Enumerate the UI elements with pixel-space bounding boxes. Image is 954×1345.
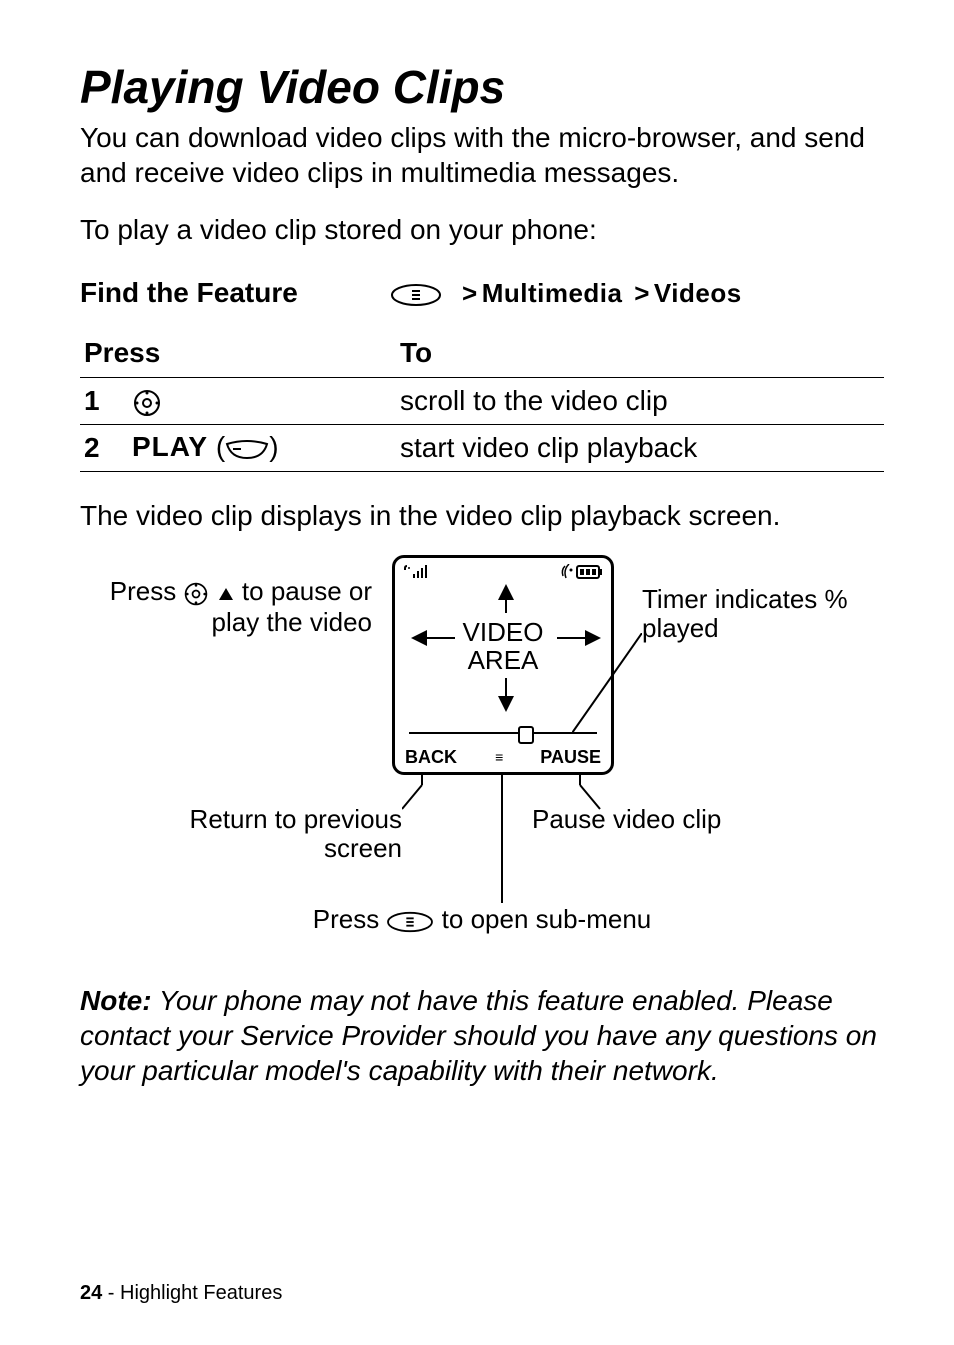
table-row: 2 PLAY ( ) start video clip playback: [80, 424, 884, 471]
menu-button-icon: [390, 278, 442, 309]
softkey-pause: PAUSE: [540, 747, 601, 768]
video-area-label: VIDEO AREA: [395, 618, 611, 675]
signal-icon: [403, 564, 431, 583]
battery-icon: [559, 564, 603, 583]
nav-icon: [183, 578, 209, 608]
callout-pause-play: Press to pause or play the video: [102, 577, 372, 638]
softkey-play-label: PLAY: [132, 431, 208, 462]
note-paragraph: Note: Your phone may not have this featu…: [80, 983, 884, 1088]
up-triangle-icon: [217, 578, 235, 608]
callout-back: Return to previous screen: [142, 805, 402, 865]
submenu-connector-icon: [500, 773, 504, 903]
step-to: scroll to the video clip: [396, 378, 884, 425]
softkey-back: BACK: [405, 747, 457, 768]
page-number: 24: [80, 1282, 102, 1304]
callout-submenu: Press to open sub-menu: [102, 905, 862, 936]
gt-2: >: [630, 278, 654, 308]
after-table-text: The video clip displays in the video cli…: [80, 498, 884, 533]
intro-paragraph-1: You can download video clips with the mi…: [80, 120, 884, 190]
page-footer: 24 - Highlight Features: [80, 1282, 282, 1305]
progress-bar: [409, 728, 597, 738]
status-bar: [403, 564, 603, 583]
step-number: 2: [80, 424, 128, 471]
menu-button-icon: [386, 906, 434, 936]
menu-path-videos: Videos: [654, 278, 742, 308]
video-playback-diagram: Press to pause or play the video: [102, 555, 862, 955]
find-the-feature-value: >Multimedia >Videos: [390, 278, 742, 309]
phone-screen: VIDEO AREA: [392, 555, 614, 775]
note-text: Your phone may not have this feature ena…: [80, 985, 877, 1086]
softkey-menu-icon: ≡: [495, 749, 502, 765]
find-the-feature-label: Find the Feature: [80, 277, 390, 309]
step-press: PLAY ( ): [128, 424, 396, 471]
find-the-feature-row: Find the Feature >Multimedia >Videos: [80, 277, 884, 309]
col-to: To: [396, 329, 884, 378]
step-number: 1: [80, 378, 128, 425]
callout-pause: Pause video clip: [532, 805, 792, 835]
softkey-icon: [225, 433, 269, 465]
step-to: start video clip playback: [396, 424, 884, 471]
nav-icon: [132, 385, 162, 418]
menu-path-multimedia: Multimedia: [482, 278, 623, 308]
table-row: 1 scroll to the video clip: [80, 378, 884, 425]
progress-knob: [518, 726, 534, 744]
steps-table: Press To 1: [80, 329, 884, 472]
intro-paragraph-2: To play a video clip stored on your phon…: [80, 212, 884, 247]
callout-timer: Timer indicates % played: [642, 585, 872, 645]
back-connector-icon: [402, 773, 442, 813]
col-press: Press: [80, 329, 396, 378]
note-label: Note:: [80, 985, 152, 1016]
page-title: Playing Video Clips: [80, 60, 884, 114]
footer-section: Highlight Features: [120, 1282, 282, 1304]
footer-sep: -: [102, 1282, 120, 1304]
step-press: [128, 378, 396, 425]
gt-1: >: [458, 278, 482, 308]
